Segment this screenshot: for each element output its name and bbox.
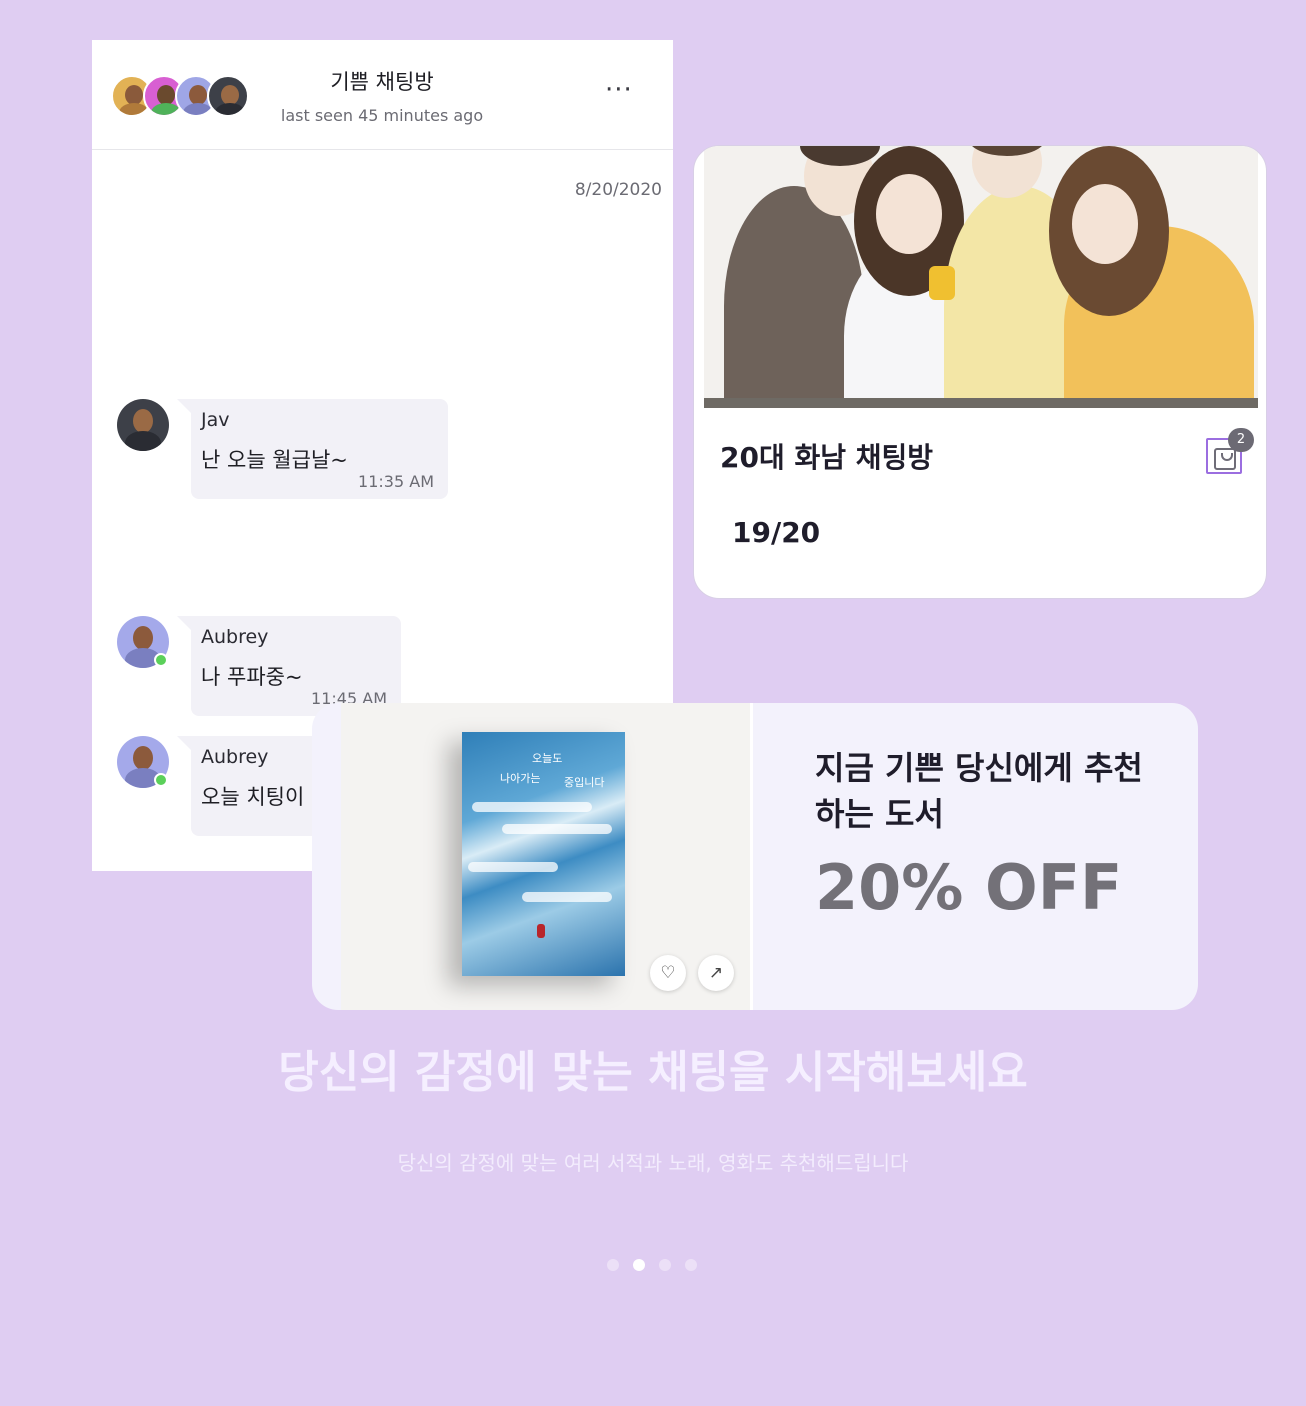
more-dots-icon[interactable]: ··· xyxy=(605,77,637,103)
promo-headline: 하는 도서 xyxy=(815,795,944,833)
onboarding-headline: 당신의 감정에 맞는 채팅을 시작해보세요 xyxy=(278,1047,1028,1098)
message-text: 오늘 치팅이 xyxy=(201,785,305,809)
member-count: 19/20 xyxy=(732,516,821,549)
heart-icon[interactable]: ♡ xyxy=(650,955,686,991)
pagination-dot-active[interactable] xyxy=(633,1259,645,1271)
group-title: 20대 화남 채팅방 xyxy=(720,441,934,474)
pagination-dot[interactable] xyxy=(685,1259,697,1271)
pagination-dot[interactable] xyxy=(607,1259,619,1271)
book-cover-text: 중입니다 xyxy=(564,776,605,789)
group-chat-card[interactable]: 20대 화남 채팅방 2 19/20 xyxy=(693,145,1267,599)
avatar[interactable] xyxy=(117,399,169,451)
message-time: 11:35 AM xyxy=(358,472,434,491)
chat-title: 기쁨 채팅방 xyxy=(330,70,434,94)
chat-date: 8/20/2020 xyxy=(574,180,662,200)
chat-header: 기쁨 채팅방 last seen 45 minutes ago ··· xyxy=(92,40,673,150)
promo-headline: 지금 기쁜 당신에게 추천 xyxy=(815,749,1143,787)
chat-last-seen: last seen 45 minutes ago xyxy=(280,106,484,125)
pagination-dots xyxy=(607,1258,707,1272)
member-avatars[interactable] xyxy=(111,75,261,117)
message-bubble: Aubrey 나 푸파중~ 11:45 AM xyxy=(177,616,401,716)
discount-label: 20% OFF xyxy=(815,851,1123,924)
book-cover-text: 오늘도 xyxy=(532,752,563,765)
online-indicator xyxy=(154,773,168,787)
onboarding-subline: 당신의 감정에 맞는 여러 서적과 노래, 영화도 추천해드립니다 xyxy=(397,1151,909,1175)
book-recommendation-card[interactable]: 오늘도 나아가는 중입니다 ♡ ↗ 지금 기쁜 당신에게 추천 하는 도서 20… xyxy=(312,703,1198,1010)
message-text: 난 오늘 월급날~ xyxy=(201,448,348,472)
group-illustration xyxy=(704,146,1258,408)
notification-badge: 2 xyxy=(1228,428,1254,452)
avatar xyxy=(207,75,249,117)
shopping-bag-icon[interactable]: 2 xyxy=(1206,428,1254,474)
message-text: 나 푸파중~ xyxy=(201,665,303,689)
online-indicator xyxy=(154,653,168,667)
message-bubble: Jav 난 오늘 월급날~ 11:35 AM xyxy=(177,399,448,499)
book-cover-text: 나아가는 xyxy=(500,772,541,785)
book-cover[interactable]: 오늘도 나아가는 중입니다 xyxy=(462,732,625,976)
pagination-dot[interactable] xyxy=(659,1259,671,1271)
message-sender: Aubrey xyxy=(201,746,269,768)
book-image-area: 오늘도 나아가는 중입니다 ♡ ↗ xyxy=(341,703,753,1010)
share-icon[interactable]: ↗ xyxy=(698,955,734,991)
message-sender: Aubrey xyxy=(201,626,269,648)
message-sender: Jav xyxy=(201,409,230,431)
